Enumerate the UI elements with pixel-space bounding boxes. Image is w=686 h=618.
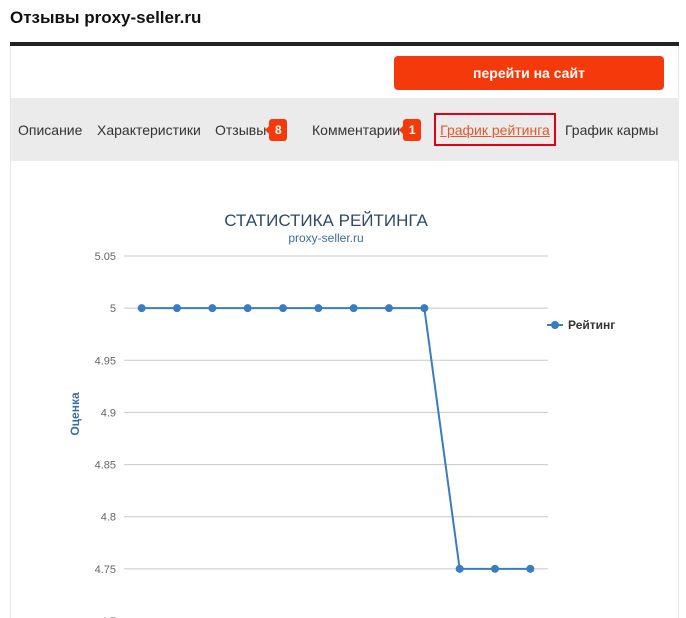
rating-chart: СТАТИСТИКА РЕЙТИНГА proxy-seller.ru Оцен… (11, 196, 679, 618)
y-tick-label: 4.95 (95, 355, 116, 367)
data-point[interactable] (526, 564, 535, 573)
gridlines (124, 255, 548, 570)
content-card: перейти на сайт Описание Характеристики … (10, 46, 679, 618)
tab-bar: Описание Характеристики Отзывы 8 Коммент… (11, 98, 679, 161)
data-point[interactable] (455, 564, 464, 573)
tab-rating-chart[interactable]: График рейтинга (434, 113, 556, 146)
page-header: Отзывы proxy-seller.ru (0, 0, 686, 46)
data-point[interactable] (491, 564, 499, 573)
tab-characteristics[interactable]: Характеристики (97, 98, 201, 161)
series-rating (137, 304, 535, 573)
data-point[interactable] (420, 304, 429, 313)
data-point[interactable] (173, 304, 181, 313)
tab-karma-chart[interactable]: График кармы (565, 98, 658, 161)
y-tick-label: 4.75 (95, 564, 116, 576)
data-point[interactable] (279, 304, 287, 313)
y-tick-label: 4.85 (95, 460, 116, 472)
page-title: Отзывы proxy-seller.ru (10, 8, 202, 27)
reviews-count-badge: 8 (265, 118, 288, 141)
series-line (141, 307, 531, 570)
y-axis-label: Оценка (68, 392, 82, 436)
chart-title: СТАТИСТИКА РЕЙТИНГА (224, 211, 428, 230)
data-point[interactable] (208, 304, 217, 313)
legend-marker (551, 321, 559, 329)
y-tick-label: 5.05 (95, 251, 116, 263)
tab-label: Комментарии (312, 121, 401, 138)
tab-comments[interactable]: Комментарии 1 (312, 98, 422, 161)
data-point[interactable] (137, 304, 146, 313)
tab-label: Описание (18, 121, 83, 138)
chart-legend[interactable]: Рейтинг (547, 318, 615, 332)
tab-description[interactable]: Описание (18, 98, 82, 161)
y-tick-label: 4.9 (101, 407, 116, 419)
chart-subtitle: proxy-seller.ru (288, 231, 363, 245)
data-point[interactable] (349, 304, 358, 313)
tab-label: График рейтинга (440, 121, 550, 138)
y-tick-labels: 4.74.754.84.854.94.9555.05 (95, 251, 116, 618)
legend-label: Рейтинг (568, 318, 615, 332)
tab-label: Отзывы (215, 121, 267, 138)
data-point[interactable] (385, 304, 393, 313)
data-point[interactable] (314, 304, 323, 313)
tab-reviews[interactable]: Отзывы 8 (215, 98, 288, 161)
tab-label: График кармы (565, 121, 659, 138)
rating-chart-svg: СТАТИСТИКА РЕЙТИНГА proxy-seller.ru Оцен… (68, 211, 615, 618)
tab-label: Характеристики (97, 121, 201, 138)
data-point[interactable] (243, 304, 252, 313)
comments-count-badge: 1 (399, 118, 422, 141)
y-tick-label: 5 (110, 303, 116, 315)
y-tick-label: 4.8 (101, 512, 116, 524)
visit-site-button[interactable]: перейти на сайт (394, 56, 664, 90)
